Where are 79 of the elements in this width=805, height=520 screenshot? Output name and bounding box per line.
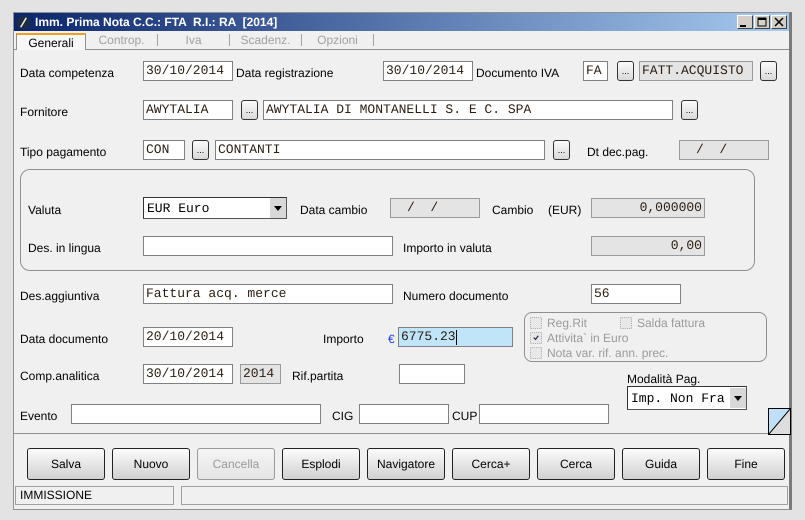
close-button[interactable] [771, 15, 787, 29]
action-button[interactable]: Cerca [537, 448, 615, 480]
action-button[interactable]: Salva [27, 448, 105, 480]
action-button[interactable]: Nuovo [112, 448, 190, 480]
checkbox-label: Salda fattura [637, 316, 706, 330]
field-label: Data documento [20, 330, 110, 346]
action-button[interactable]: Guida [622, 448, 700, 480]
input-field[interactable] [399, 364, 465, 384]
currency-symbol: € [388, 330, 396, 346]
input-field[interactable]: AWYTALIA [143, 100, 233, 120]
field-label: Modalità Pag. [627, 371, 702, 386]
field-label: Rif.partita [292, 368, 344, 382]
input-field[interactable] [143, 236, 393, 256]
input-field[interactable]: / / [390, 198, 480, 218]
checkbox-label: Reg.Rit [547, 316, 588, 330]
input-field[interactable] [359, 404, 449, 424]
field-label: Evento [20, 408, 58, 422]
field-label: Data competenza [20, 64, 116, 80]
action-button[interactable]: Navigatore [367, 448, 445, 480]
input-field[interactable]: FA [583, 61, 608, 81]
field-label: Importo in valuta [403, 240, 493, 254]
input-field[interactable]: AWYTALIA DI MONTANELLI S. E C. SPA [263, 100, 673, 120]
input-field[interactable] [479, 404, 609, 424]
minimize-button[interactable] [737, 15, 753, 29]
field-label: Fornitore [20, 104, 70, 118]
field-label: Importo [323, 330, 365, 346]
field-label: Des.aggiuntiva [20, 288, 100, 302]
action-button[interactable]: Esplodi [282, 448, 360, 480]
maximize-button[interactable] [754, 15, 770, 29]
lookup-button[interactable]: ... [553, 140, 570, 160]
input-field[interactable]: FATT.ACQUISTO [639, 61, 753, 81]
field-label: Cambio [492, 202, 534, 216]
input-field[interactable]: 56 [591, 284, 681, 304]
input-field[interactable]: CONTANTI [215, 140, 545, 160]
field-label: Des. in lingua [28, 240, 102, 254]
pen-icon [16, 14, 31, 30]
lookup-button[interactable]: ... [681, 100, 698, 120]
caret-icon [730, 388, 746, 408]
field-label: Data cambio [300, 202, 368, 216]
field-label: Tipo pagamento [20, 144, 108, 158]
field-label: Valuta [28, 202, 62, 216]
dropdown[interactable]: Imp. Non Fra [627, 386, 747, 410]
input-field[interactable]: 30/10/2014 [143, 364, 233, 384]
field-label: Comp.analitica [20, 368, 100, 382]
field-label: Documento IVA [476, 64, 560, 80]
input-field[interactable]: 2014 [240, 364, 281, 384]
field-label: Dt dec.pag. [587, 144, 650, 158]
input-field[interactable]: Fattura acq. merce [143, 284, 393, 304]
lookup-button[interactable]: ... [760, 61, 777, 81]
action-button[interactable]: Cerca+ [452, 448, 530, 480]
maximize-icon [755, 16, 769, 28]
input-field[interactable]: 30/10/2014 [143, 61, 233, 81]
input-field[interactable]: 0,00 [591, 236, 705, 256]
minimize-icon [740, 24, 746, 26]
action-button[interactable]: Fine [707, 448, 785, 480]
close-icon [772, 16, 786, 28]
field-label: CIG [332, 408, 354, 422]
status-mode: IMMISSIONE [15, 486, 174, 505]
field-label: Data registrazione [236, 64, 334, 80]
input-field[interactable] [71, 404, 321, 424]
input-field[interactable]: 6775.23 [398, 327, 513, 347]
tab[interactable]: Generali [16, 33, 86, 50]
corner-fold-icon [768, 408, 791, 435]
lookup-button[interactable]: ... [241, 100, 258, 120]
input-field[interactable]: 0,000000 [591, 198, 705, 218]
field-label: Numero documento [403, 288, 510, 302]
field-label: CUP [452, 408, 478, 422]
field-label: (EUR) [548, 202, 582, 216]
input-field[interactable]: / / [679, 140, 769, 160]
checkbox-label: Attivita` in Euro [547, 330, 628, 345]
window-title: Imm. Prima Nota C.C.: FTA R.I.: RA [2014] [35, 15, 278, 29]
input-field[interactable]: 30/10/2014 [383, 61, 473, 81]
lookup-button[interactable]: ... [617, 61, 634, 81]
dropdown[interactable]: EUR Euro [143, 197, 287, 219]
caret-icon [270, 198, 286, 218]
input-field[interactable]: 20/10/2014 [143, 327, 233, 347]
checkbox-label: Nota var. rif. ann. prec. [547, 346, 668, 360]
input-field[interactable]: CON [143, 140, 185, 160]
lookup-button[interactable]: ... [192, 140, 209, 160]
